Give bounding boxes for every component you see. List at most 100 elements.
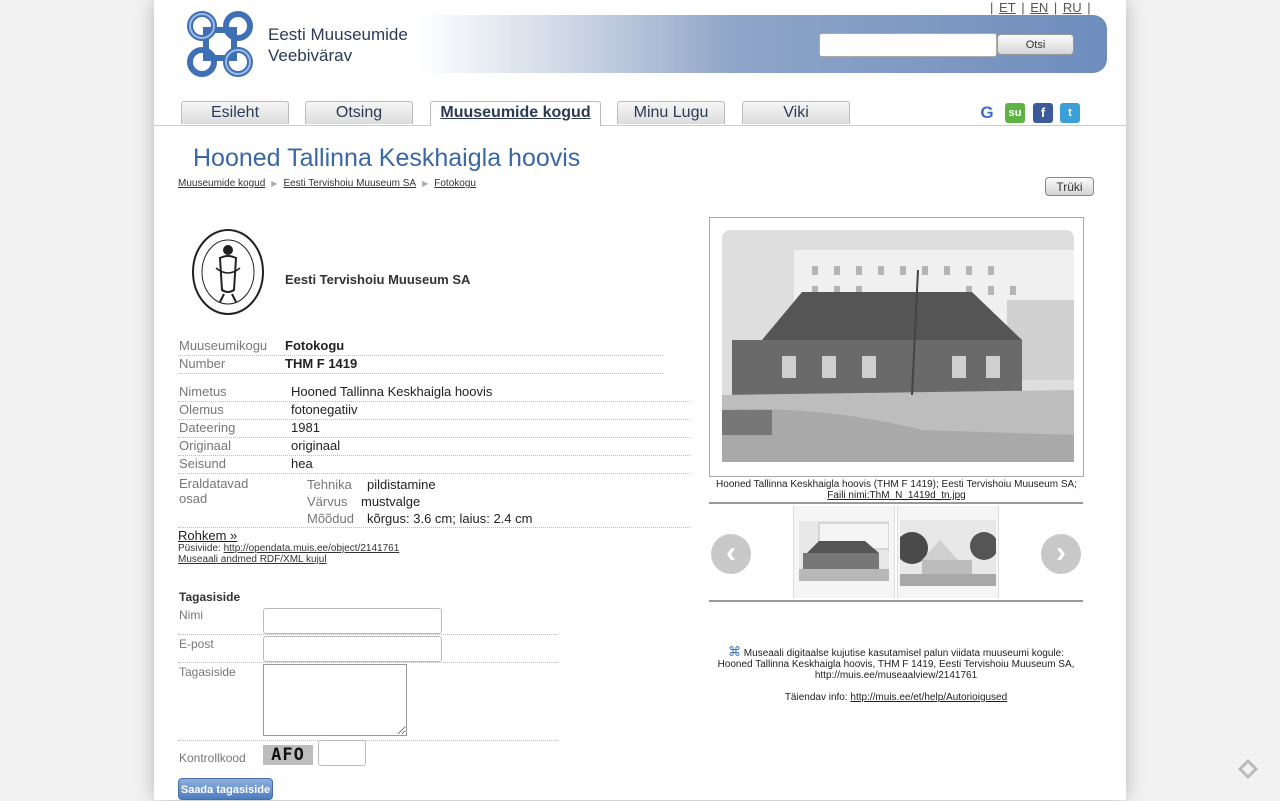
collection-label: Muuseumikogu [179,338,268,353]
feedback-name-row: Nimi [178,604,558,635]
number-value: THM F 1419 [285,356,358,371]
tab-otsing[interactable]: Otsing [305,101,413,124]
permalink-label: Püsiviide: [178,543,221,554]
tab-minu-lugu[interactable]: Minu Lugu [617,101,725,124]
captcha-label: Kontrollkood [179,751,246,765]
detail-row: Olemus fotonegatiiv [178,401,690,420]
page-container: | ET | EN | RU | Eesti Muuseumide Veebiv… [154,0,1126,800]
feedback-title: Tagasiside [179,590,241,604]
submit-feedback-button[interactable]: Saada tagasiside [178,778,273,800]
breadcrumb-separator-icon: ▶ [422,179,429,188]
detail-row: Number THM F 1419 [178,355,663,374]
email-field[interactable] [263,636,442,662]
caption-line2: Faili nimi:ThM_N_1419d_tn.jpg [827,490,966,501]
usage-extra-label: Täiendav info: [784,692,848,703]
site-name: Eesti Muuseumide Veebivärav [268,24,408,66]
detail-row: Muuseumikogu Fotokogu [178,337,663,356]
field-label: Seisund [179,456,226,471]
rdf-link[interactable]: Museaali andmed RDF/XML kujul [178,554,327,565]
lang-ru-link[interactable]: RU [1063,0,1082,15]
field-value: 1981 [291,420,320,435]
detail-row: Dateering 1981 [178,419,690,438]
museum-logo-icon [192,229,264,315]
museum-name: Eesti Tervishoiu Muuseum SA [285,272,471,287]
page-title: Hooned Tallinna Keskhaigla hoovis [193,144,581,172]
usage-line2: Hooned Tallinna Keskhaigla hoovis, THM F… [717,659,1075,670]
part-label: Mõõdud [307,511,354,526]
twitter-icon[interactable]: t [1060,103,1080,123]
breadcrumb: Muuseumide kogud ▶ Eesti Tervishoiu Muuseu… [178,178,476,189]
field-label: Originaal [179,438,232,453]
museum-photo [722,230,1074,462]
email-label: E-post [179,637,214,651]
tab-viki[interactable]: Viki [742,101,850,124]
search-input[interactable] [819,33,997,57]
next-arrow-icon[interactable]: › [1041,534,1081,574]
tab-esileht[interactable]: Esileht [181,101,289,124]
field-value: originaal [291,438,341,453]
breadcrumb-link[interactable]: Muuseumide kogud [178,178,265,189]
google-icon[interactable]: G [977,103,997,123]
scroll-indicator-icon[interactable] [1236,758,1260,780]
photo-caption: Hooned Tallinna Keskhaigla hoovis (THM F… [709,479,1084,501]
field-value: fotonegatiiv [291,402,358,417]
thumbnail-image [900,520,996,586]
usage-extra: Täiendav info: http://muis.ee/et/help/Au… [714,692,1078,703]
parts-row: Eraldatavad osad Tehnika pildistamine Vä… [178,473,690,528]
field-label: Dateering [179,420,236,435]
facebook-icon[interactable]: f [1033,103,1053,123]
copyright-link[interactable]: http://muis.ee/et/help/Autorioigused [850,692,1007,703]
part-label: Värvus [307,494,348,509]
feedback-message-row: Tagasiside [178,662,558,741]
part-value: kõrgus: 3.6 cm; laius: 2.4 cm [367,511,533,526]
parts-label-line1: Eraldatavad [179,476,249,491]
feedback-email-row: E-post [178,634,558,663]
number-label: Number [179,356,226,371]
captcha-image: AFO [263,745,313,765]
message-label: Tagasiside [179,665,236,679]
language-switcher: | ET | EN | RU | [990,0,1091,15]
usage-line1-row: ⌘ Museaali digitaalse kujutise kasutamis… [714,644,1078,659]
field-value: hea [291,456,313,471]
print-button[interactable]: Trüki [1045,177,1094,196]
tab-muuseumide-kogud[interactable]: Muuseumide kogud [430,101,601,126]
thumbnail-1[interactable] [793,506,895,598]
usage-note: ⌘ Museaali digitaalse kujutise kasutamis… [714,644,1078,703]
caption-line1: Hooned Tallinna Keskhaigla hoovis (THM F… [716,479,1077,490]
captcha-input[interactable] [318,740,366,766]
detail-row: Nimetus Hooned Tallinna Keskhaigla hoovi… [178,383,690,402]
lang-et-link[interactable]: ET [999,0,1016,15]
thumbnail-strip: ‹ › [709,502,1083,602]
parts-label-line2: osad [179,491,208,506]
usage-line3: http://muis.ee/museaalview/2141761 [814,670,978,681]
name-label: Nimi [179,608,203,622]
thumbnail-2[interactable] [897,506,999,598]
detail-row: Originaal originaal [178,437,690,456]
site-logo-icon[interactable] [184,8,256,80]
field-label: Olemus [179,402,224,417]
thumbnail-image [799,521,889,581]
part-value: pildistamine [367,477,436,492]
part-value: mustvalge [361,494,421,509]
breadcrumb-separator-icon: ▶ [271,179,278,188]
collection-value: Fotokogu [285,338,345,353]
stumbleupon-icon[interactable]: su [1005,103,1025,123]
field-value: Hooned Tallinna Keskhaigla hoovis [291,384,493,399]
lang-en-link[interactable]: EN [1030,0,1048,15]
field-label: Nimetus [179,384,227,399]
more-link[interactable]: Rohkem » [178,528,237,543]
museum-photo-frame[interactable] [709,217,1084,477]
detail-row: Seisund hea [178,455,690,474]
site-mark-icon: ⌘ [728,644,742,659]
permalink-link[interactable]: http://opendata.muis.ee/object/2141761 [224,543,400,554]
part-label: Tehnika [307,477,352,492]
message-textarea[interactable] [263,664,407,736]
search-button[interactable]: Otsi [997,34,1074,55]
site-name-line1: Eesti Muuseumide [268,25,408,44]
previous-arrow-icon[interactable]: ‹ [711,534,751,574]
usage-line1: Museaali digitaalse kujutise kasutamisel… [743,648,1064,659]
breadcrumb-link[interactable]: Eesti Tervishoiu Muuseum SA [283,178,416,189]
breadcrumb-link[interactable]: Fotokogu [434,178,476,189]
name-field[interactable] [263,608,442,634]
permalink: Püsiviide: http://opendata.muis.ee/objec… [178,543,399,554]
